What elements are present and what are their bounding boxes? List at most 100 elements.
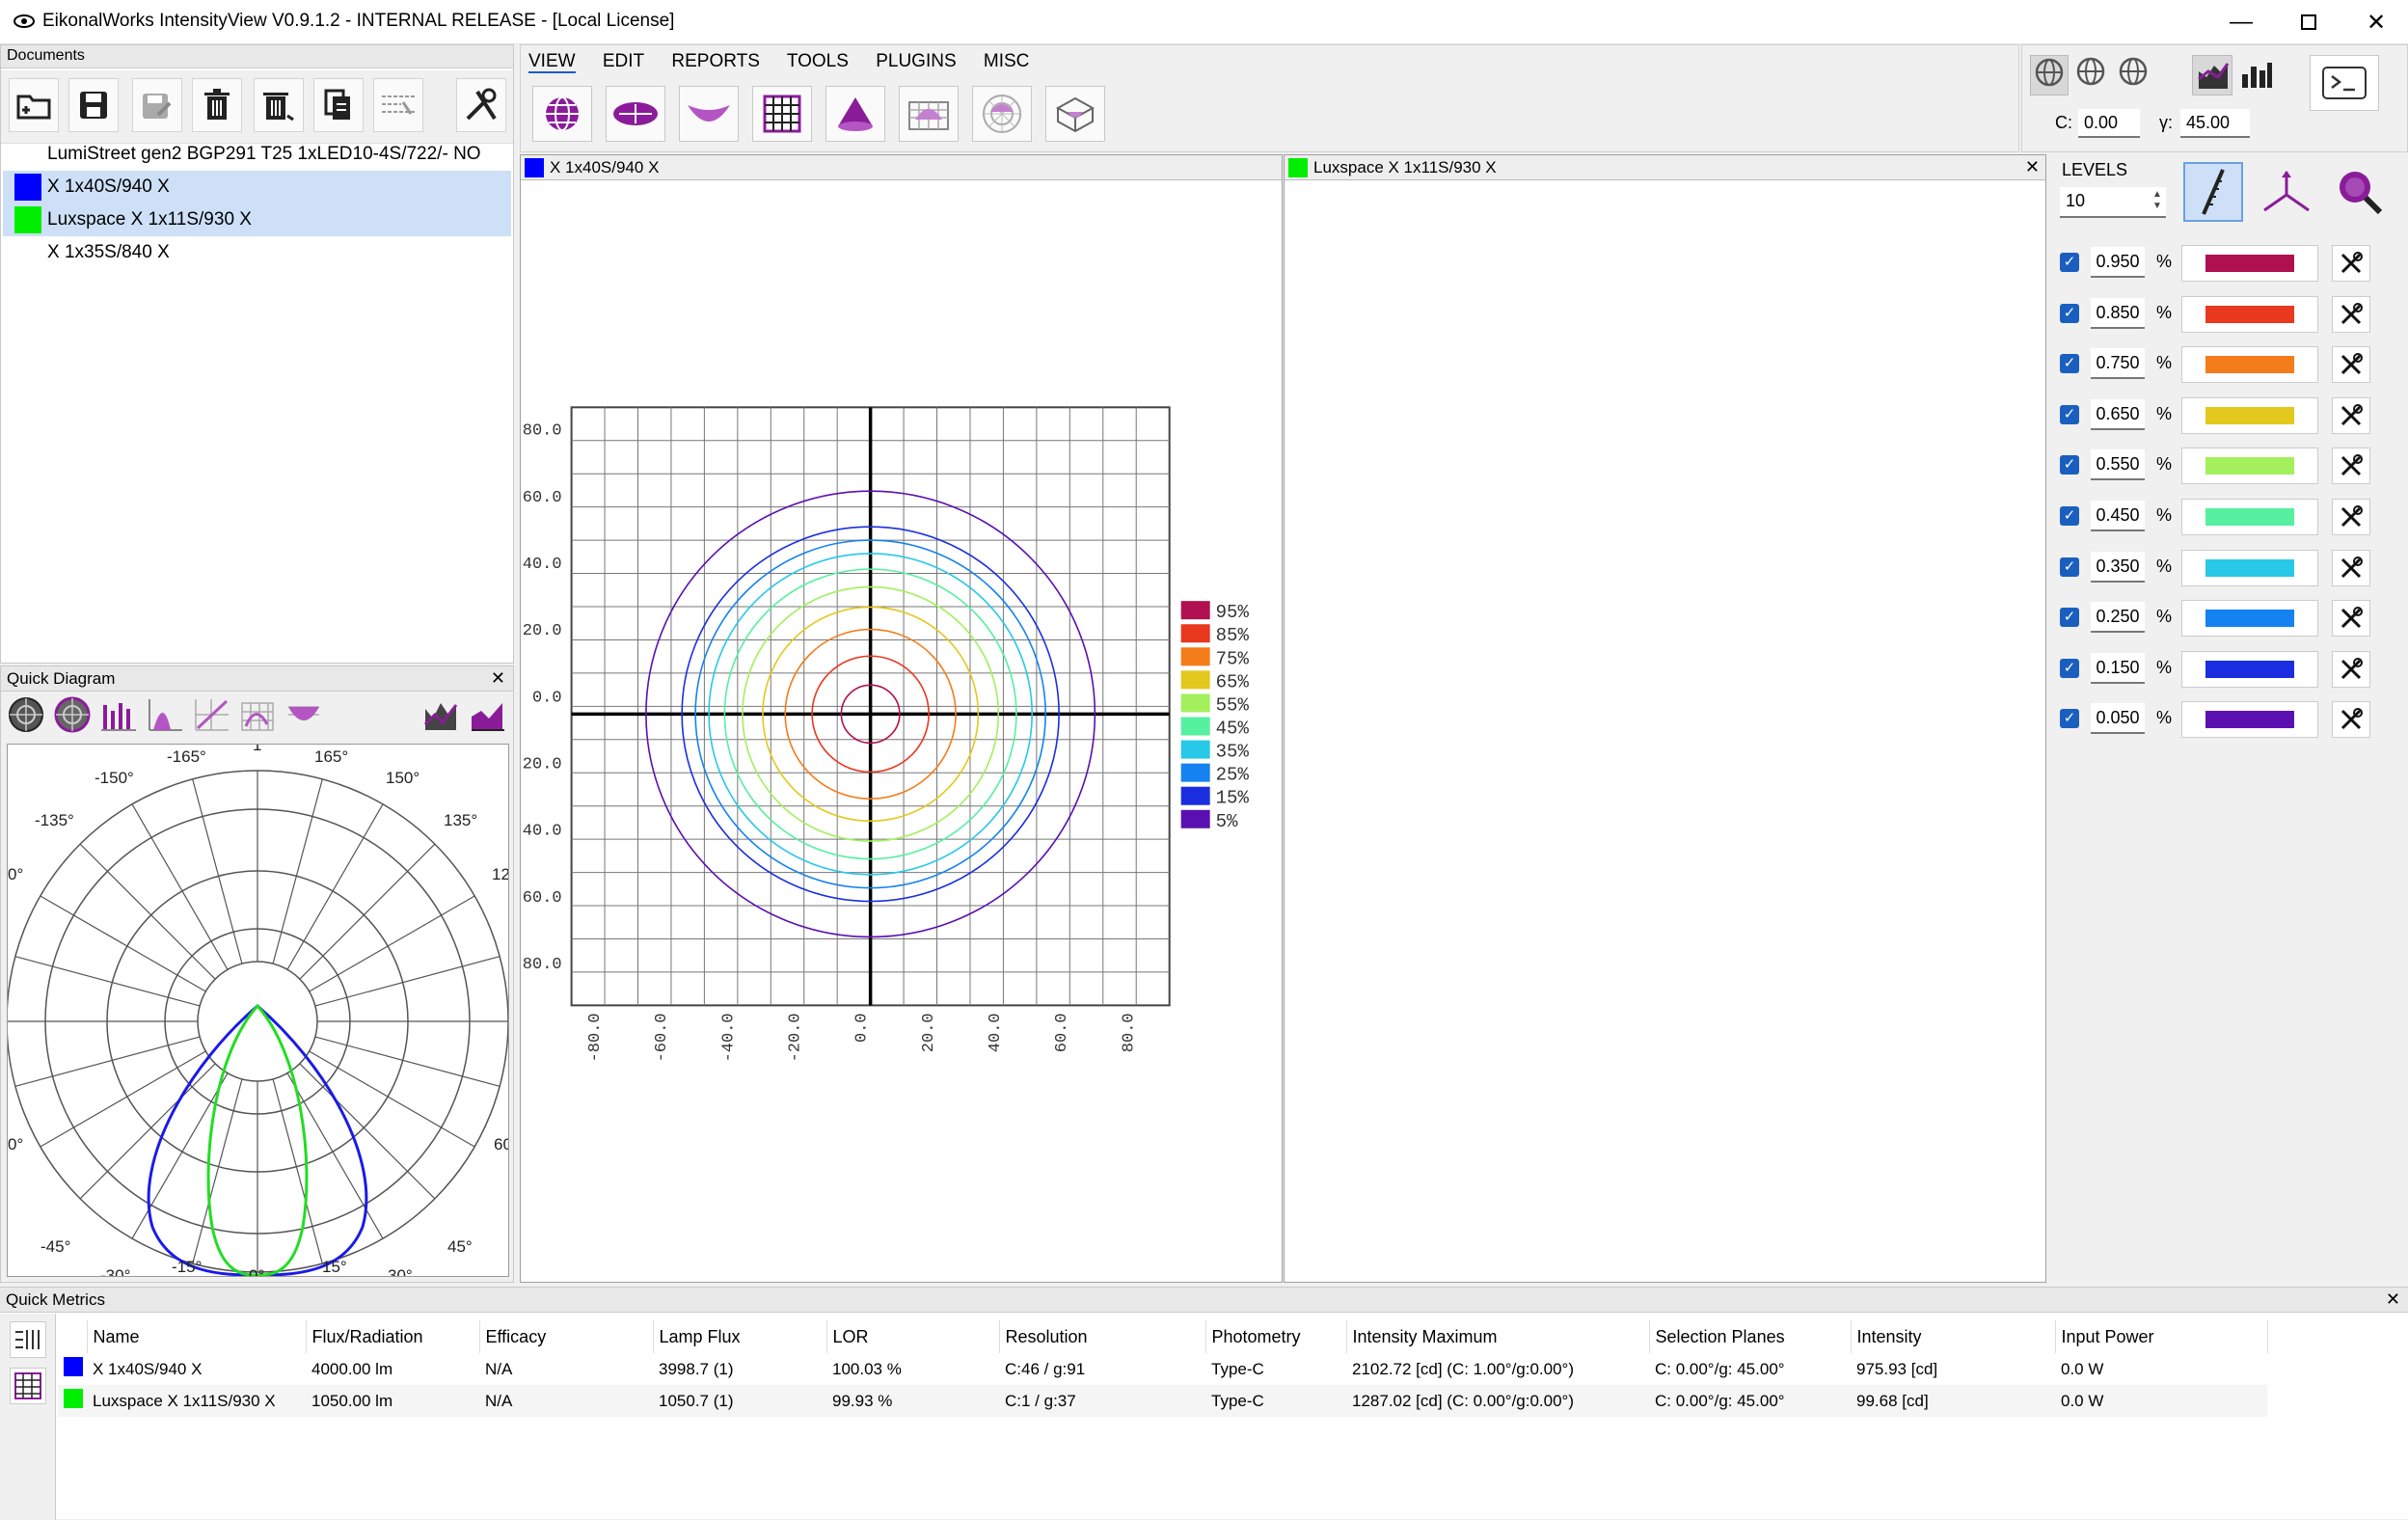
a-alpha-button[interactable] — [2115, 55, 2153, 95]
level-value-input[interactable]: 0.750 — [2091, 348, 2145, 380]
polar-diagram-button[interactable] — [5, 695, 47, 734]
maximize-button[interactable] — [2275, 0, 2342, 44]
level-value-input[interactable]: 0.250 — [2091, 602, 2145, 634]
menu-view[interactable]: VIEW — [528, 51, 576, 73]
save-button[interactable] — [68, 78, 119, 132]
levels-count-input[interactable]: 10 — [2060, 187, 2166, 218]
level-settings-button[interactable] — [2332, 600, 2370, 638]
axes-button[interactable] — [2257, 162, 2316, 222]
area-chart-button[interactable] — [419, 695, 462, 734]
level-settings-button[interactable] — [2332, 448, 2370, 485]
settings-button[interactable] — [456, 78, 506, 132]
solid-view-button[interactable] — [606, 86, 665, 142]
area-chart2-button[interactable] — [466, 695, 508, 734]
level-checkbox[interactable]: ✓ — [2060, 506, 2079, 526]
console-button[interactable] — [2310, 55, 2379, 111]
polar-filled-button[interactable] — [51, 695, 94, 734]
compare-button[interactable] — [373, 78, 423, 132]
column-header[interactable]: Flux/Radiation — [306, 1320, 480, 1353]
3d-grid-view-button[interactable] — [1045, 86, 1105, 142]
level-value-input[interactable]: 0.950 — [2091, 247, 2145, 278]
minimize-button[interactable]: — — [2207, 0, 2275, 44]
column-header[interactable]: Photometry — [1205, 1320, 1347, 1353]
level-value-input[interactable]: 0.450 — [2091, 501, 2145, 531]
menu-misc[interactable]: MISC — [984, 51, 1030, 71]
column-header[interactable]: Input Power — [2055, 1320, 2268, 1353]
level-checkbox[interactable]: ✓ — [2060, 556, 2079, 577]
level-value-input[interactable]: 0.350 — [2091, 551, 2145, 583]
document-item[interactable]: X 1x40S/940 X — [3, 171, 511, 204]
level-color-button[interactable] — [2181, 650, 2318, 688]
column-header[interactable]: Lamp Flux — [653, 1320, 827, 1353]
level-color-button[interactable] — [2181, 396, 2318, 434]
level-settings-button[interactable] — [2332, 245, 2370, 282]
grid-view-button[interactable] — [899, 86, 959, 142]
level-color-button[interactable] — [2181, 549, 2318, 586]
column-header[interactable]: Resolution — [999, 1320, 1206, 1353]
level-settings-button[interactable] — [2332, 346, 2370, 384]
line-chart-button[interactable] — [190, 695, 232, 734]
copy-button[interactable] — [313, 78, 364, 132]
list-view-button[interactable] — [10, 1321, 46, 1358]
table-view-button[interactable] — [752, 86, 812, 142]
level-color-button[interactable] — [2181, 245, 2318, 282]
cone-view-button[interactable] — [825, 86, 885, 142]
level-color-button[interactable] — [2181, 448, 2318, 485]
level-color-button[interactable] — [2181, 295, 2318, 333]
level-color-button[interactable] — [2181, 701, 2318, 739]
polar-view-button[interactable] — [972, 86, 1032, 142]
column-header[interactable]: Intensity — [1851, 1320, 2056, 1353]
column-header[interactable]: LOR — [826, 1320, 1000, 1353]
levels-spinner[interactable]: ▲ ▼ — [2152, 189, 2162, 212]
column-header[interactable]: Name — [87, 1320, 307, 1353]
level-checkbox[interactable]: ✓ — [2060, 303, 2079, 323]
level-settings-button[interactable] — [2332, 295, 2370, 333]
level-settings-button[interactable] — [2332, 650, 2370, 688]
level-checkbox[interactable]: ✓ — [2060, 404, 2079, 424]
close-button[interactable]: ✕ — [2342, 0, 2408, 44]
level-color-button[interactable] — [2181, 600, 2318, 638]
level-value-input[interactable]: 0.550 — [2091, 449, 2145, 481]
delete-button[interactable] — [192, 78, 242, 132]
linear-chart-button[interactable] — [144, 695, 186, 734]
menu-tools[interactable]: TOOLS — [787, 51, 849, 71]
c-gamma-button[interactable] — [2030, 55, 2069, 95]
column-header[interactable]: Selection Planes — [1649, 1320, 1852, 1353]
level-color-button[interactable] — [2181, 346, 2318, 384]
table-row[interactable]: Luxspace X 1x11S/930 X 1050.00 lm N/A 1050.… — [58, 1385, 2267, 1417]
close-icon[interactable]: ✕ — [2386, 1289, 2400, 1310]
document-item[interactable]: Luxspace X 1x11S/930 X — [3, 204, 511, 236]
level-value-input[interactable]: 0.650 — [2091, 398, 2145, 430]
level-settings-button[interactable] — [2332, 499, 2370, 535]
beam-view-button[interactable] — [679, 86, 739, 142]
level-checkbox[interactable]: ✓ — [2060, 354, 2079, 374]
beam-chart-button[interactable] — [283, 695, 325, 734]
table-view-button[interactable] — [10, 1368, 46, 1404]
table-row[interactable]: X 1x40S/940 X 4000.00 lm N/A 3998.7 (1) 100.… — [58, 1353, 2267, 1385]
open-button[interactable] — [9, 78, 59, 132]
gamma-value-input[interactable]: 45.00 — [2180, 109, 2250, 138]
level-color-button[interactable] — [2181, 499, 2318, 535]
zoom-button[interactable] — [2330, 162, 2390, 222]
delete-all-button[interactable] — [254, 78, 304, 132]
column-header[interactable]: Efficacy — [479, 1320, 654, 1353]
level-settings-button[interactable] — [2332, 549, 2370, 586]
level-checkbox[interactable]: ✓ — [2060, 253, 2079, 272]
level-value-input[interactable]: 0.050 — [2091, 703, 2145, 735]
menu-reports[interactable]: REPORTS — [671, 51, 760, 71]
c-value-input[interactable]: 0.00 — [2078, 109, 2140, 138]
document-item[interactable]: LumiStreet gen2 BGP291 T25 1xLED10-4S/72… — [3, 138, 511, 197]
menu-plugins[interactable]: PLUGINS — [876, 51, 956, 71]
column-header[interactable]: Intensity Maximum — [1346, 1320, 1650, 1353]
grid-chart-button[interactable] — [236, 695, 279, 734]
close-icon[interactable]: ✕ — [2025, 155, 2040, 179]
level-checkbox[interactable]: ✓ — [2060, 658, 2079, 678]
save-as-button[interactable] — [132, 78, 182, 132]
bar-chart-button[interactable] — [2236, 55, 2277, 95]
close-icon[interactable]: ✕ — [491, 668, 505, 689]
level-value-input[interactable]: 0.150 — [2091, 652, 2145, 684]
level-checkbox[interactable]: ✓ — [2060, 608, 2079, 628]
menu-edit[interactable]: EDIT — [603, 51, 644, 71]
b-beta-button[interactable] — [2072, 55, 2111, 95]
document-item[interactable]: X 1x35S/840 X — [3, 236, 511, 269]
